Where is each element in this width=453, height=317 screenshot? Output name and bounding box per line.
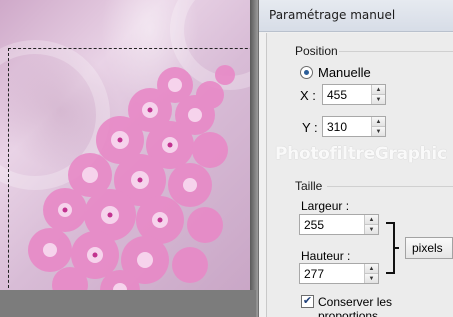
keep-proportions-checkbox[interactable]: ✔: [301, 295, 314, 308]
dialog-title: Paramétrage manuel: [269, 8, 396, 22]
selection-marquee[interactable]: [8, 48, 256, 290]
x-value[interactable]: 455: [323, 88, 371, 102]
x-label: X :: [300, 88, 316, 103]
manual-position-radio[interactable]: [300, 66, 313, 79]
linked-dimensions-bracket: [386, 222, 399, 274]
checkmark-icon: ✔: [302, 295, 313, 307]
manual-position-label: Manuelle: [318, 65, 371, 80]
unit-select[interactable]: pixels: [405, 237, 453, 259]
position-group-label: Position: [295, 44, 338, 58]
spin-up-icon[interactable]: ▲: [365, 215, 378, 224]
spin-up-icon[interactable]: ▲: [372, 117, 385, 126]
spin-up-icon[interactable]: ▲: [365, 264, 378, 273]
height-value[interactable]: 277: [300, 267, 364, 281]
y-value[interactable]: 310: [323, 120, 371, 134]
group-divider: [339, 51, 453, 52]
keep-proportions-label: Conserver les proportions: [318, 295, 393, 317]
spin-down-icon[interactable]: ▼: [365, 224, 378, 234]
dialog-titlebar[interactable]: Paramétrage manuel: [259, 0, 453, 32]
y-label: Y :: [302, 120, 318, 135]
spin-down-icon[interactable]: ▼: [372, 94, 385, 104]
height-spinner[interactable]: 277 ▲ ▼: [299, 263, 379, 284]
size-group-label: Taille: [295, 179, 323, 193]
spin-up-icon[interactable]: ▲: [372, 85, 385, 94]
width-value[interactable]: 255: [300, 218, 364, 232]
unit-select-value: pixels: [412, 241, 443, 255]
image-canvas[interactable]: [0, 0, 256, 290]
x-spinner[interactable]: 455 ▲ ▼: [322, 84, 386, 105]
width-spinner[interactable]: 255 ▲ ▼: [299, 214, 379, 235]
watermark-text: PhotofiltreGraphic: [275, 144, 447, 164]
y-spinner[interactable]: 310 ▲ ▼: [322, 116, 386, 137]
canvas-border: [250, 0, 258, 317]
group-divider: [327, 186, 453, 187]
spin-down-icon[interactable]: ▼: [372, 126, 385, 136]
width-label: Largeur :: [301, 199, 350, 213]
workspace-background: [0, 290, 256, 317]
spin-down-icon[interactable]: ▼: [365, 273, 378, 283]
height-label: Hauteur :: [301, 249, 351, 263]
